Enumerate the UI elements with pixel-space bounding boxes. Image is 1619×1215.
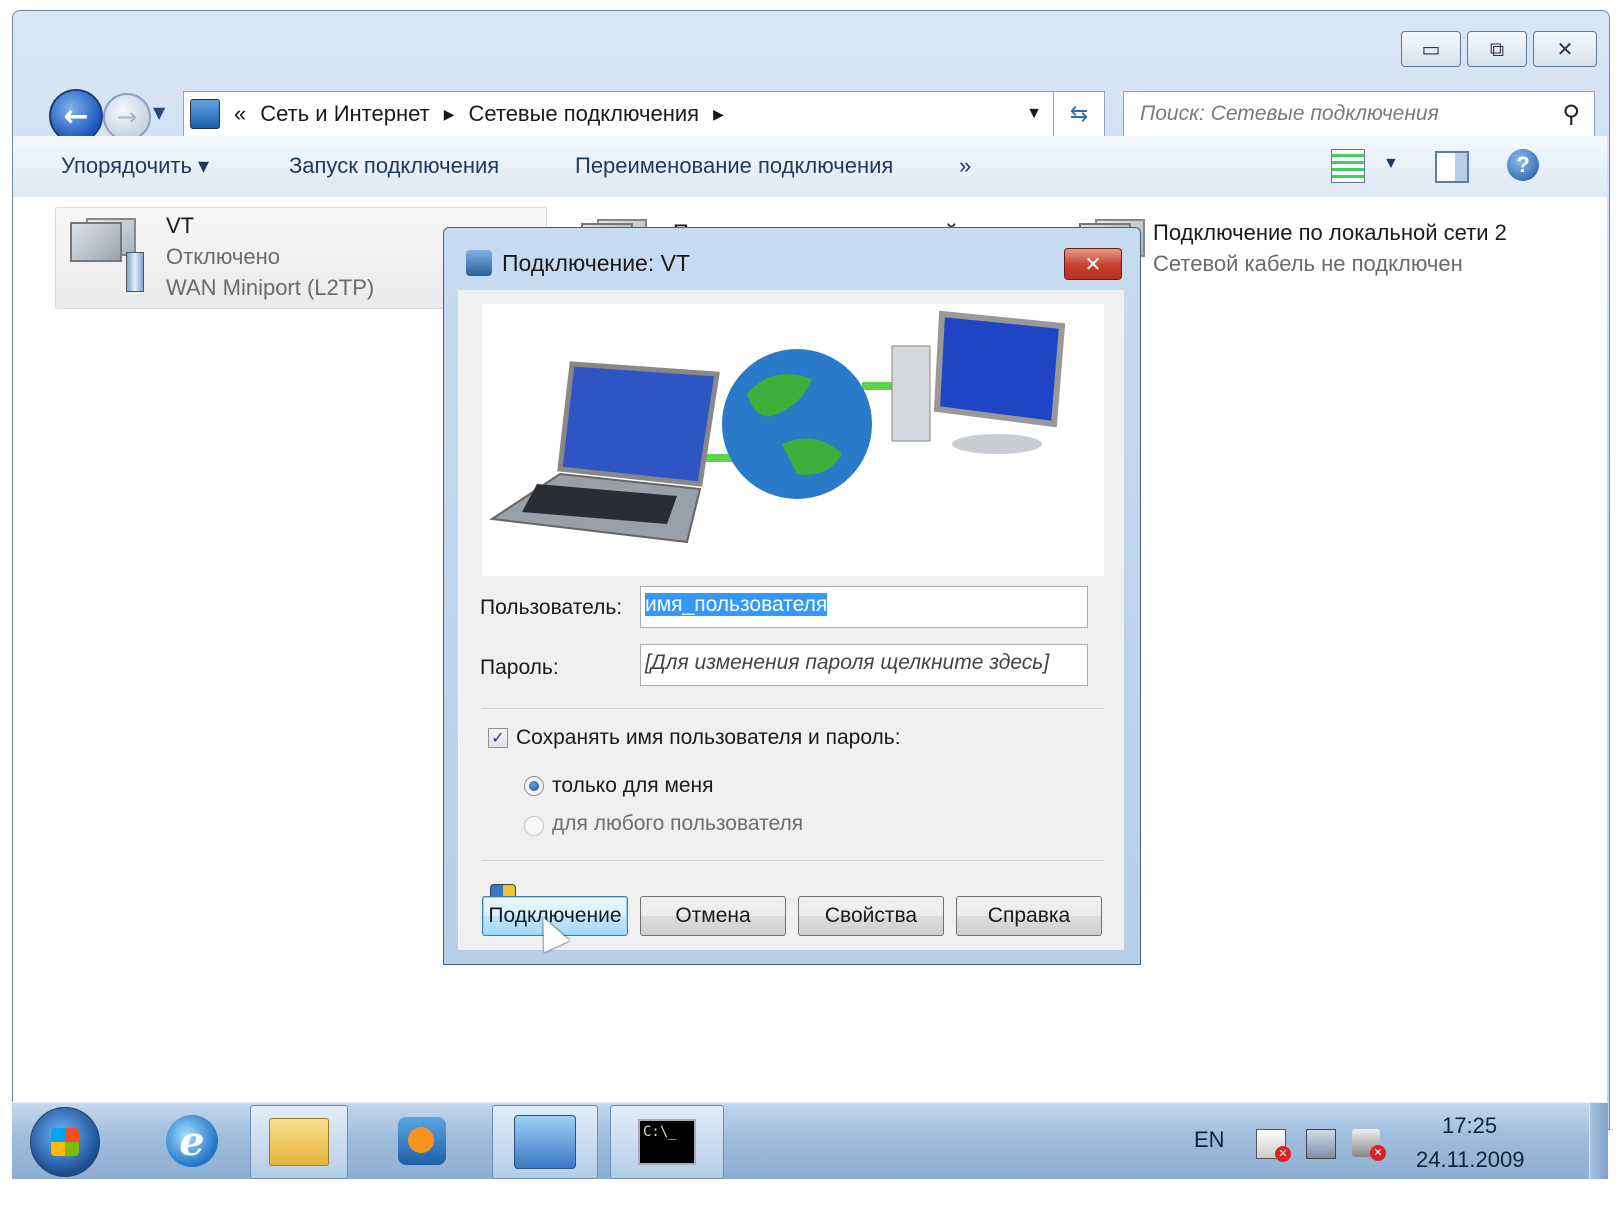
- action-center-flag-icon[interactable]: ✕: [1256, 1129, 1291, 1162]
- help-button[interactable]: Справка: [956, 896, 1102, 936]
- search-box[interactable]: ⚲: [1123, 91, 1595, 137]
- organize-button[interactable]: Упорядочить ▾: [61, 153, 209, 179]
- save-credentials-checkbox[interactable]: ✓: [488, 728, 508, 748]
- vpn-connection-icon: [466, 250, 492, 276]
- properties-button[interactable]: Свойства: [798, 896, 944, 936]
- connect-dialog: Подключение: VT ✕ Пользователь: имя_поль…: [443, 227, 1141, 965]
- volume-muted-icon[interactable]: ✕: [1352, 1129, 1386, 1161]
- clock-date[interactable]: 24.11.2009: [1416, 1147, 1524, 1173]
- network-tray-icon[interactable]: [1306, 1129, 1336, 1159]
- rename-connection-button[interactable]: Переименование подключения: [575, 153, 893, 179]
- taskbar: e C:\_ EN ✕ ✕ 17:25 24.11.2009: [12, 1102, 1608, 1179]
- taskbar-media-player[interactable]: [372, 1105, 472, 1177]
- control-panel-icon: [514, 1115, 576, 1169]
- taskbar-explorer[interactable]: [250, 1105, 348, 1179]
- refresh-button[interactable]: ⇆: [1053, 92, 1104, 136]
- recent-pages-dropdown-icon[interactable]: ▼: [153, 103, 165, 122]
- network-illustration: [482, 304, 1104, 576]
- breadcrumb-separator-icon[interactable]: ▶: [444, 106, 455, 123]
- cancel-button[interactable]: Отмена: [640, 896, 786, 936]
- separator: [482, 860, 1104, 862]
- dialog-body: Пользователь: имя_пользователя Пароль: […: [458, 290, 1124, 950]
- clock-time[interactable]: 17:25: [1442, 1113, 1497, 1139]
- maximize-button[interactable]: ⧉: [1467, 31, 1527, 67]
- username-value: имя_пользователя: [645, 593, 828, 616]
- breadcrumb-network-connections[interactable]: Сетевые подключения: [468, 101, 699, 127]
- close-button[interactable]: ✕: [1533, 31, 1597, 67]
- view-options-dropdown-icon[interactable]: ▼: [1383, 155, 1399, 173]
- back-arrow-icon: ←: [63, 98, 89, 134]
- show-desktop-button[interactable]: [1589, 1103, 1608, 1179]
- command-prompt-icon: C:\_: [638, 1119, 696, 1165]
- user-label: Пользователь:: [480, 596, 623, 619]
- folder-icon: [269, 1118, 329, 1166]
- radio-any-user[interactable]: [524, 816, 544, 836]
- close-icon: ✕: [1084, 252, 1102, 276]
- password-field[interactable]: [Для изменения пароля щелкните здесь]: [640, 644, 1088, 686]
- save-credentials-label[interactable]: Сохранять имя пользователя и пароль:: [516, 726, 901, 750]
- password-label: Пароль:: [480, 656, 559, 679]
- breadcrumb-network-internet[interactable]: Сеть и Интернет: [260, 101, 429, 127]
- dialog-title: Подключение: VT: [502, 250, 691, 276]
- dialog-close-button[interactable]: ✕: [1064, 248, 1122, 280]
- forward-arrow-icon: →: [116, 103, 138, 131]
- connection-device: WAN Miniport (L2TP): [166, 275, 375, 300]
- start-connection-button[interactable]: Запуск подключения: [289, 153, 499, 179]
- username-field[interactable]: имя_пользователя: [640, 586, 1088, 628]
- taskbar-ie[interactable]: e: [144, 1105, 240, 1177]
- connection-item-lan2[interactable]: Подключение по локальной сети 2 Сетевой …: [1153, 217, 1553, 279]
- radio-only-me-label[interactable]: только для меня: [552, 774, 714, 798]
- back-button[interactable]: ←: [49, 89, 103, 143]
- connection-name: Подключение по локальной сети 2: [1153, 220, 1507, 245]
- change-view-icon[interactable]: [1331, 149, 1365, 183]
- search-input[interactable]: [1138, 101, 1552, 127]
- windows-logo-icon: [51, 1128, 79, 1156]
- address-history-dropdown-icon[interactable]: ▼: [1026, 105, 1042, 123]
- separator: [482, 708, 1104, 710]
- vpn-connection-icon: [64, 216, 144, 292]
- language-indicator[interactable]: EN: [1194, 1127, 1225, 1153]
- connection-status: Отключено: [166, 244, 280, 269]
- internet-explorer-icon: e: [166, 1115, 218, 1167]
- more-commands-button[interactable]: »: [959, 153, 971, 179]
- breadcrumb-separator-icon[interactable]: ▶: [713, 106, 724, 123]
- breadcrumb-overflow[interactable]: «: [234, 101, 246, 127]
- caption-buttons: ▭ ⧉ ✕: [1401, 31, 1597, 67]
- network-folder-icon: [190, 99, 220, 129]
- media-player-icon: [398, 1117, 446, 1165]
- connection-name: VT: [166, 213, 195, 238]
- minimize-button[interactable]: ▭: [1401, 31, 1461, 67]
- help-icon[interactable]: ?: [1507, 149, 1539, 181]
- start-button[interactable]: [30, 1107, 100, 1177]
- taskbar-control-panel[interactable]: [492, 1105, 598, 1179]
- command-bar: Упорядочить ▾ Запуск подключения Переиме…: [13, 136, 1607, 198]
- taskbar-cmd[interactable]: C:\_: [610, 1105, 724, 1179]
- radio-only-me[interactable]: [524, 776, 544, 796]
- preview-pane-icon[interactable]: [1435, 151, 1469, 183]
- connection-status: Сетевой кабель не подключен: [1153, 251, 1463, 276]
- radio-any-user-label[interactable]: для любого пользователя: [552, 812, 803, 836]
- address-bar[interactable]: « Сеть и Интернет ▶ Сетевые подключения …: [183, 91, 1105, 137]
- search-icon[interactable]: ⚲: [1562, 100, 1580, 128]
- forward-button[interactable]: →: [103, 93, 151, 141]
- refresh-icon: ⇆: [1069, 101, 1089, 126]
- navigation-bar: ← → ▼ « Сеть и Интернет ▶ Сетевые подклю…: [35, 83, 1597, 143]
